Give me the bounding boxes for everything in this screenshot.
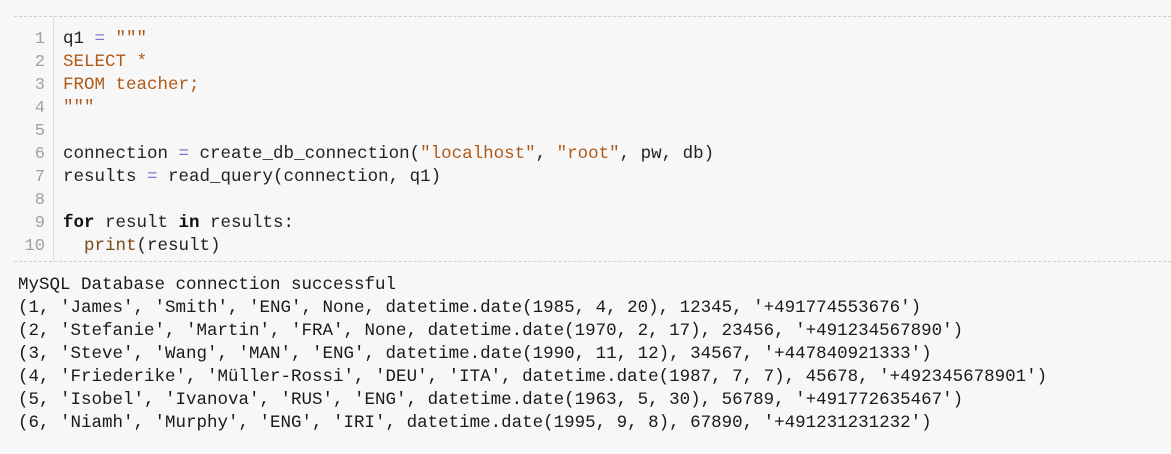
line-number: 4 [34, 99, 45, 118]
code-token: "localhost" [420, 144, 536, 164]
code-token: FROM teacher; [63, 75, 200, 95]
code-token: (result) [136, 236, 221, 256]
line-number-gutter: 1 2 3 4 5 6 7 8 9 10 [14, 17, 54, 261]
code-token: = [178, 144, 190, 164]
line-number: 7 [34, 168, 45, 187]
line-number: 1 [34, 30, 45, 49]
line-number: 8 [34, 191, 45, 210]
line-number: 6 [34, 145, 45, 164]
line-number: 9 [34, 214, 45, 233]
code-token: = [147, 167, 158, 187]
code-line: print(result) [63, 235, 221, 258]
code-token: results: [199, 213, 295, 233]
code-line: q1 = """ [63, 28, 147, 51]
line-number: 3 [34, 76, 45, 95]
code-token: "root" [556, 144, 620, 164]
code-token: in [178, 213, 200, 233]
code-cell[interactable]: 1 2 3 4 5 6 7 8 9 10 q1 = """ SELECT * FROM teacher… [14, 16, 1171, 262]
code-token: for [63, 213, 95, 233]
code-token: """ [63, 98, 95, 118]
code-token: , [535, 144, 557, 164]
code-line: for result in results: [63, 212, 294, 235]
code-token: connection [63, 144, 179, 164]
code-line: FROM teacher; [63, 74, 200, 97]
result-row: (2, 'Stefanie', 'Martin', 'FRA', None, d… [18, 321, 964, 341]
code-line: SELECT * [63, 51, 147, 74]
line-number: 2 [34, 53, 45, 72]
code-line: results = read_query(connection, q1) [63, 166, 441, 189]
code-line: connection = create_db_connection("local… [63, 143, 714, 166]
cell-output: MySQL Database connection successful (1, … [18, 274, 1168, 435]
notebook: 1 2 3 4 5 6 7 8 9 10 q1 = """ SELECT * FROM teacher… [0, 0, 1171, 454]
result-row: (3, 'Steve', 'Wang', 'MAN', 'ENG', datet… [18, 344, 932, 364]
result-row: (5, 'Isobel', 'Ivanova', 'RUS', 'ENG', d… [18, 390, 964, 410]
code-token: , pw, db) [619, 144, 715, 164]
connection-status-line: MySQL Database connection successful [18, 275, 397, 295]
code-line: """ [63, 97, 95, 120]
code-token: result [94, 213, 179, 233]
code-token: SELECT * [63, 52, 148, 72]
result-row: (6, 'Niamh', 'Murphy', 'ENG', 'IRI', dat… [18, 413, 932, 433]
code-token: results [63, 167, 148, 187]
code-token: print [84, 236, 137, 256]
result-row: (4, 'Friederike', 'Müller-Rossi', 'DEU',… [18, 367, 1048, 387]
code-token: """ [105, 29, 148, 49]
code-token: create_db_connection( [189, 144, 421, 164]
result-row: (1, 'James', 'Smith', 'ENG', None, datet… [18, 298, 922, 318]
line-number: 5 [34, 122, 45, 141]
code-token: read_query(connection, q1) [157, 167, 442, 187]
line-number: 10 [24, 237, 45, 256]
code-token: = [94, 29, 106, 49]
code-token: q1 [63, 29, 95, 49]
